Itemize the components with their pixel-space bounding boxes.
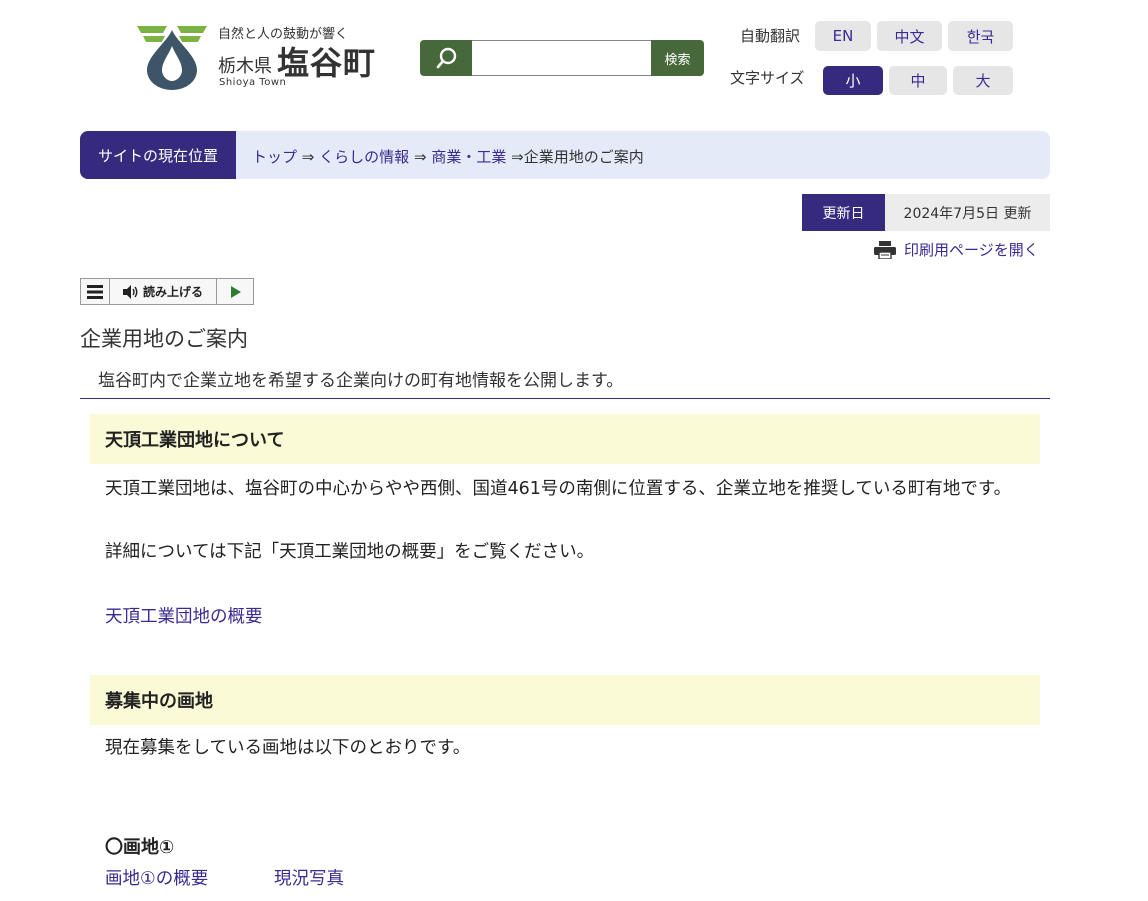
font-size-large-button[interactable]: 大 [953, 66, 1013, 95]
breadcrumb-item-top[interactable]: トップ [252, 148, 297, 166]
search-icon [436, 47, 456, 69]
menu-icon [87, 284, 103, 299]
speaker-icon [122, 284, 138, 299]
print-page-link[interactable]: 印刷用ページを開く [874, 239, 1039, 260]
breadcrumb-label: サイトの現在位置 [80, 131, 236, 179]
breadcrumb-item-living[interactable]: くらしの情報 [319, 148, 409, 166]
page-lead: 塩谷町内で企業立地を希望する企業向けの町有地情報を公開します。 [98, 371, 624, 391]
readspeaker-play-button[interactable] [217, 279, 253, 304]
breadcrumb-item-current: 企業用地のご案内 [523, 148, 644, 166]
translate-zh-button[interactable]: 中文 [877, 21, 942, 51]
section-tencho-paragraph-2: 詳細については下記「天頂工業団地の概要」をご覧ください。 [105, 542, 595, 562]
updated-date: 2024年7月5日 更新 [885, 194, 1050, 231]
section-lots-paragraph: 現在募集をしている画地は以下のとおりです。 [105, 738, 471, 758]
readspeaker-listen-button[interactable]: 読み上げる [110, 279, 217, 304]
readspeaker-menu-button[interactable] [81, 279, 110, 304]
title-divider [80, 398, 1050, 399]
search-input[interactable] [472, 40, 652, 76]
updated-label: 更新日 [802, 194, 885, 231]
section-heading-lots: 募集中の画地 [90, 675, 1040, 725]
breadcrumb-separator: ⇒ [301, 148, 315, 166]
lot-1-photos-link[interactable]: 現況写真 [274, 865, 344, 890]
print-link-label: 印刷用ページを開く [904, 241, 1039, 259]
translate-ko-button[interactable]: 한국 [948, 21, 1013, 51]
breadcrumb-separator: ⇒ [413, 148, 427, 166]
readspeaker-label: 読み上げる [142, 285, 203, 299]
translate-en-button[interactable]: EN [815, 21, 871, 51]
search-icon-button[interactable] [420, 40, 473, 76]
breadcrumb-path: トップ ⇒ くらしの情報 ⇒ 商業・工業 ⇒企業用地のご案内 [252, 146, 644, 167]
town-name-en: Shioya Town [219, 77, 287, 88]
section-heading-tencho: 天頂工業団地について [90, 414, 1040, 464]
section-tencho-paragraph: 天頂工業団地は、塩谷町の中心からやや西側、国道461号の南側に位置する、企業立地… [105, 479, 1012, 499]
search-submit-button[interactable]: 検索 [651, 40, 704, 76]
tencho-overview-link[interactable]: 天頂工業団地の概要 [105, 603, 263, 628]
font-size-label: 文字サイズ [730, 69, 805, 87]
translate-label: 自動翻訳 [740, 27, 801, 45]
readspeaker-toolbar: 読み上げる [80, 278, 254, 305]
town-name[interactable]: 塩谷町 [277, 38, 376, 84]
prefecture-name: 栃木県 [218, 56, 272, 77]
lot-1-overview-link[interactable]: 画地①の概要 [105, 865, 208, 890]
play-icon [231, 285, 241, 298]
printer-icon [874, 240, 896, 259]
font-size-medium-button[interactable]: 中 [889, 66, 947, 95]
lot-1-title: 〇画地① [105, 837, 175, 858]
breadcrumb-separator: ⇒ [511, 148, 524, 166]
town-logo-icon[interactable] [137, 24, 207, 90]
font-size-small-button[interactable]: 小 [823, 66, 883, 95]
page-title: 企業用地のご案内 [80, 327, 248, 351]
breadcrumb-item-commerce[interactable]: 商業・工業 [431, 148, 506, 166]
